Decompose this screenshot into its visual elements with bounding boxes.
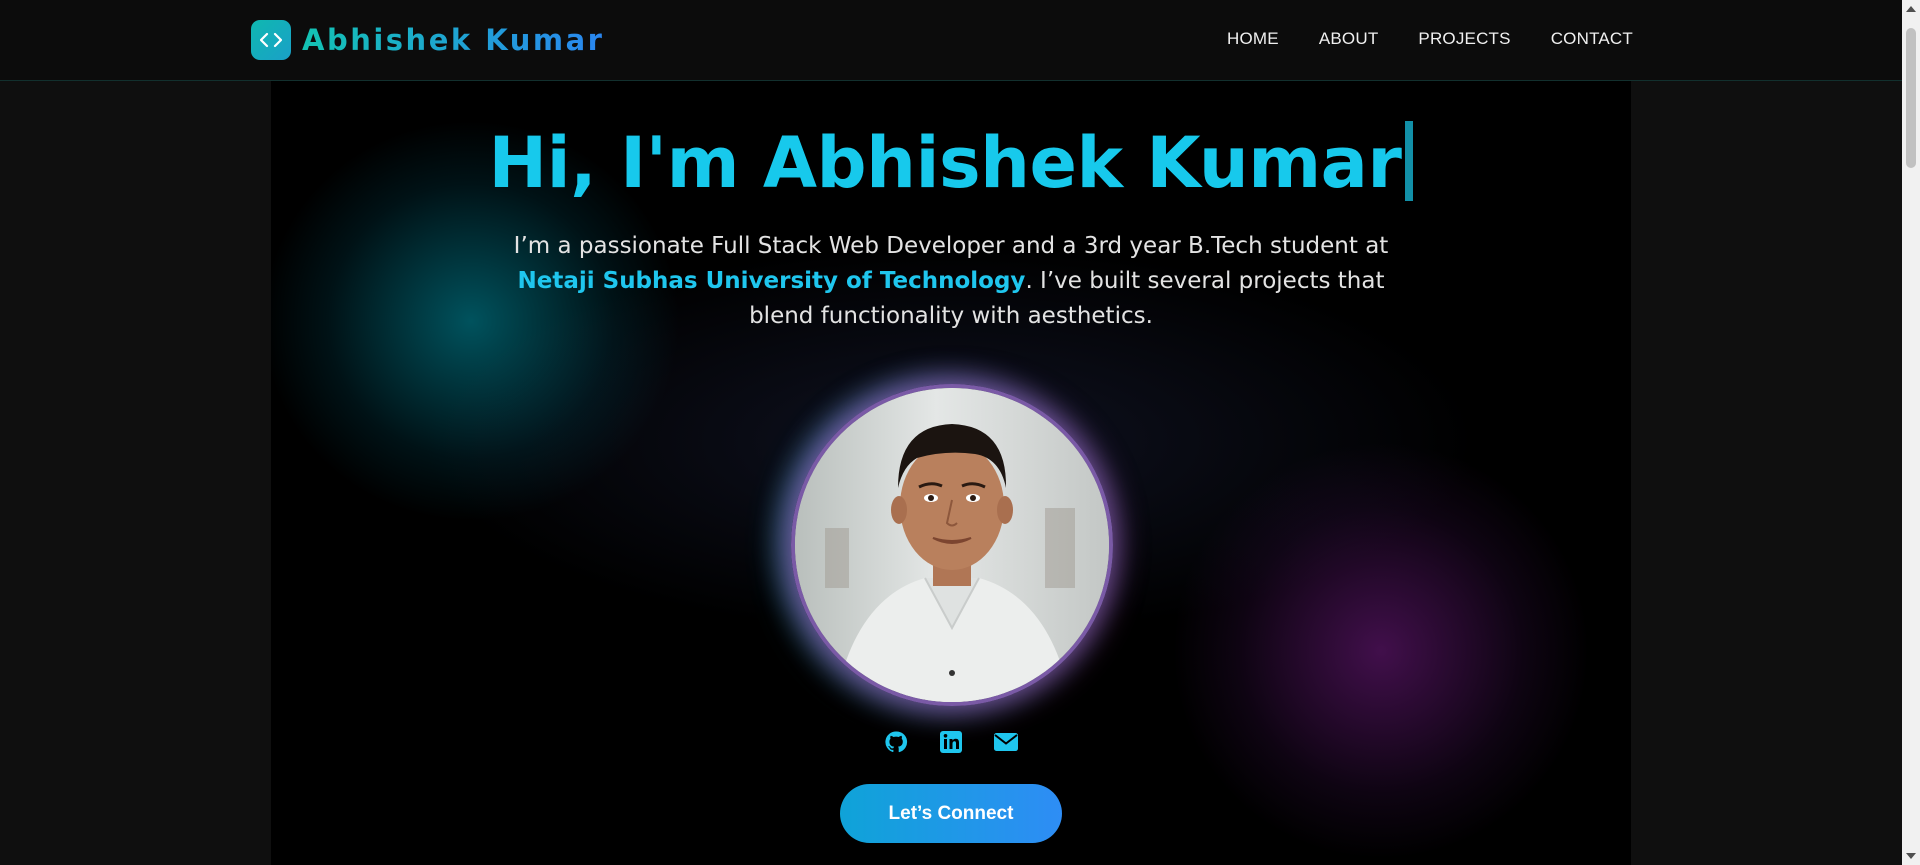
typing-caret [1405,121,1414,201]
hero-desc-part1: I’m a passionate Full Stack Web Develope… [513,233,1389,259]
hero-title: Hi, I'm Abhishek Kumar [271,121,1631,204]
social-links [271,729,1631,755]
main-nav: HOME ABOUT PROJECTS CONTACT [1227,29,1633,49]
nav-home[interactable]: HOME [1227,29,1279,49]
mail-icon[interactable] [993,729,1019,755]
university-highlight: Netaji Subhas University of Technology [517,268,1026,294]
nav-about[interactable]: ABOUT [1319,29,1379,49]
lets-connect-button[interactable]: Let’s Connect [840,784,1062,843]
brand-name: Abhishek Kumar [302,23,605,57]
hero-section: Hi, I'm Abhishek Kumar I’m a passionate … [271,81,1631,865]
avatar [795,388,1109,702]
scroll-up-icon[interactable] [1906,6,1916,12]
avatar-frame [791,384,1113,706]
nav-contact[interactable]: CONTACT [1551,29,1633,49]
github-icon[interactable] [883,729,909,755]
nav-projects[interactable]: PROJECTS [1418,29,1510,49]
scroll-thumb[interactable] [1906,28,1916,168]
scrollbar[interactable] [1902,0,1920,865]
hero-title-text: Hi, I'm Abhishek Kumar [488,122,1402,204]
hero-description: I’m a passionate Full Stack Web Develope… [511,229,1391,334]
linkedin-icon[interactable] [938,729,964,755]
scroll-down-icon[interactable] [1906,853,1916,859]
brand-logo[interactable]: Abhishek Kumar [251,20,604,60]
code-icon [251,20,291,60]
site-header: Abhishek Kumar HOME ABOUT PROJECTS CONTA… [0,0,1902,81]
